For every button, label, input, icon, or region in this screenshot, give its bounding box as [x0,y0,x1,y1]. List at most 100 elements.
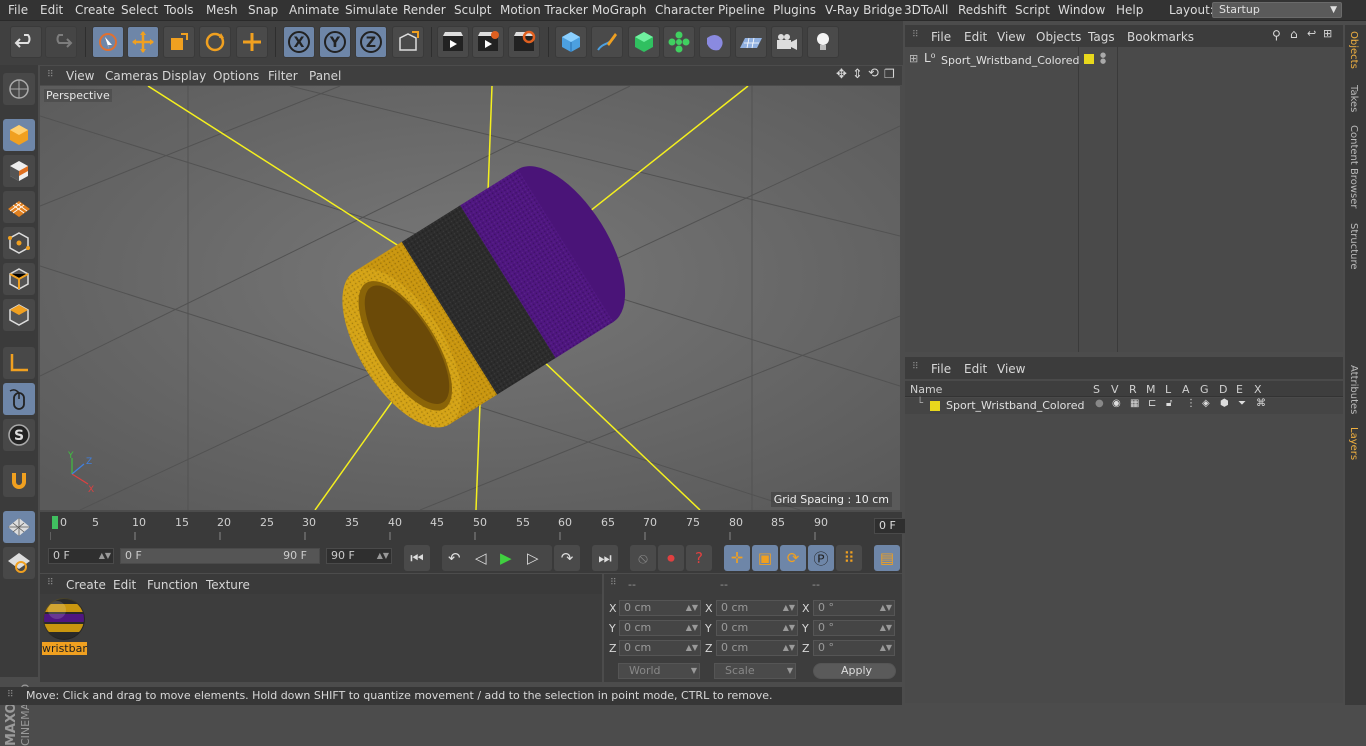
spinner-icon[interactable]: ▲▼ [686,641,698,655]
previous-keyframe-icon[interactable]: ↶ [448,549,461,567]
viewport-menu-panel[interactable]: Panel [309,69,341,83]
home-icon[interactable]: ⌂ [1290,27,1298,41]
timeline-button[interactable]: ▤ [874,545,900,571]
cube-button[interactable] [555,26,587,58]
spinner-icon[interactable]: ▲▼ [783,621,795,635]
menu-motion-tracker[interactable]: Motion Tracker [500,3,588,17]
size-x-field[interactable]: 0 cm▲▼ [716,600,798,616]
objects-menu-objects[interactable]: Objects [1036,30,1081,44]
spinner-icon[interactable]: ▲▼ [686,601,698,615]
layer-color-swatch[interactable] [930,401,940,411]
magnet-button[interactable] [3,465,35,497]
pos-z-field[interactable]: 0 cm▲▼ [619,640,701,656]
cloner-button[interactable] [663,26,695,58]
rot-y-field[interactable]: 0 °▲▼ [813,620,895,636]
floor-button[interactable] [735,26,767,58]
size-z-field[interactable]: 0 cm▲▼ [716,640,798,656]
material-name-label[interactable]: wristband [42,642,87,655]
spinner-icon[interactable]: ▲▼ [880,621,892,635]
apply-button[interactable]: Apply [813,663,896,679]
rot-x-field[interactable]: 0 °▲▼ [813,600,895,616]
menu-plugins[interactable]: Plugins [773,3,816,17]
layer-color-swatch[interactable] [1084,54,1094,64]
tab-content-browser[interactable]: Content Browser [1348,125,1359,208]
objects-menu-edit[interactable]: Edit [964,30,987,44]
layer-name[interactable]: Sport_Wristband_Colored [946,399,1084,412]
pan-view-icon[interactable]: ✥ [836,67,847,82]
key-scale-button[interactable]: ▣ [752,545,778,571]
spinner-icon[interactable]: ▲▼ [880,601,892,615]
menu-window[interactable]: Window [1058,3,1105,17]
object-row[interactable]: ⊞ L⁰ Sport_Wristband_Colored ●● [905,51,1343,69]
menu-script[interactable]: Script [1015,3,1050,17]
tweak-mode-button[interactable] [3,383,35,415]
objects-menu-bookmarks[interactable]: Bookmarks [1127,30,1194,44]
redo-button[interactable] [45,26,77,58]
make-editable-button[interactable] [3,73,35,105]
start-frame-field[interactable]: 0 F▲▼ [48,548,114,564]
viewport-menu-display[interactable]: Display [162,69,206,83]
animation-icon[interactable]: ⋮ [1186,398,1196,409]
viewport-menu-cameras[interactable]: Cameras [105,69,158,83]
timeline-ruler[interactable]: 0 5 10 15 20 25 30 35 40 45 50 55 60 65 … [40,512,902,542]
next-frame-icon[interactable]: ▷ [527,549,539,567]
viewport-menu-view[interactable]: View [66,69,94,83]
menu-pipeline[interactable]: Pipeline [718,3,765,17]
spinner-icon[interactable]: ▲▼ [783,641,795,655]
manager-icon[interactable]: ⊏ [1148,398,1156,409]
objects-menu-view[interactable]: View [997,30,1025,44]
model-mode-button[interactable] [3,119,35,151]
pen-button[interactable] [591,26,623,58]
spinner-icon[interactable]: ▲▼ [377,549,389,563]
size-mode-select[interactable]: Scale▼ [714,663,796,679]
lock-icon[interactable]: 🔓︎ [1166,398,1172,409]
menu-mograph[interactable]: MoGraph [592,3,647,17]
render-settings-button[interactable] [508,26,540,58]
play-icon[interactable]: ▶ [500,549,512,567]
menu-simulate[interactable]: Simulate [345,3,398,17]
pos-y-field[interactable]: 0 cm▲▼ [619,620,701,636]
key-parameter-button[interactable]: Ⓟ [808,545,834,571]
material-menu-create[interactable]: Create [66,578,106,592]
tab-objects[interactable]: Objects [1348,31,1359,69]
undo-button[interactable] [10,26,42,58]
render-clapper-icon[interactable]: ▦ [1130,398,1139,409]
go-to-start-button[interactable]: ⏮ [404,545,430,571]
maximize-view-icon[interactable]: ❐ [884,67,895,81]
back-icon[interactable]: ↩ [1307,27,1316,40]
expressions-icon[interactable]: ⏷ [1238,398,1246,409]
move-button[interactable] [127,26,159,58]
render-picture-viewer-button[interactable] [472,26,504,58]
dolly-view-icon[interactable]: ⇕ [852,67,863,82]
live-selection-button[interactable] [92,26,124,58]
layers-menu-edit[interactable]: Edit [964,362,987,376]
end-frame-field[interactable]: 90 F▲▼ [326,548,392,564]
menu-tools[interactable]: Tools [164,3,194,17]
visibility-dots-icon[interactable]: ●● [1100,52,1106,64]
workplane-button[interactable] [3,191,35,223]
objects-menu-file[interactable]: File [931,30,951,44]
viewport-menu-options[interactable]: Options [213,69,259,83]
objects-menu-tags[interactable]: Tags [1088,30,1115,44]
xref-icon[interactable]: ⌘ [1256,398,1266,409]
go-to-end-button[interactable]: ⏭ [592,545,618,571]
menu-character[interactable]: Character [655,3,714,17]
menu-snap[interactable]: Snap [248,3,278,17]
search-icon[interactable]: ⚲ [1272,28,1281,42]
next-keyframe-button[interactable]: ↷ [554,545,580,571]
autokey-button[interactable]: ⏺ [658,545,684,571]
layers-menu-view[interactable]: View [997,362,1025,376]
drag-handle-icon[interactable]: ⠿ [47,70,54,80]
coordinate-system-button[interactable] [392,26,424,58]
material-menu-texture[interactable]: Texture [206,578,250,592]
menu-select[interactable]: Select [121,3,158,17]
drag-handle-icon[interactable]: ⠿ [47,578,54,588]
layout-select[interactable]: Startup▼ [1212,2,1342,18]
snap-settings-button[interactable] [3,547,35,579]
keyframe-selection-button[interactable]: ? [686,545,712,571]
menu-create[interactable]: Create [75,3,115,17]
menu-3dtoall[interactable]: 3DToAll [904,3,948,17]
z-axis-lock-button[interactable]: Z [355,26,387,58]
perspective-viewport[interactable]: Y X Z Perspective Grid Spacing : 10 cm [40,86,900,510]
eye-icon[interactable]: ◉ [1112,398,1121,409]
